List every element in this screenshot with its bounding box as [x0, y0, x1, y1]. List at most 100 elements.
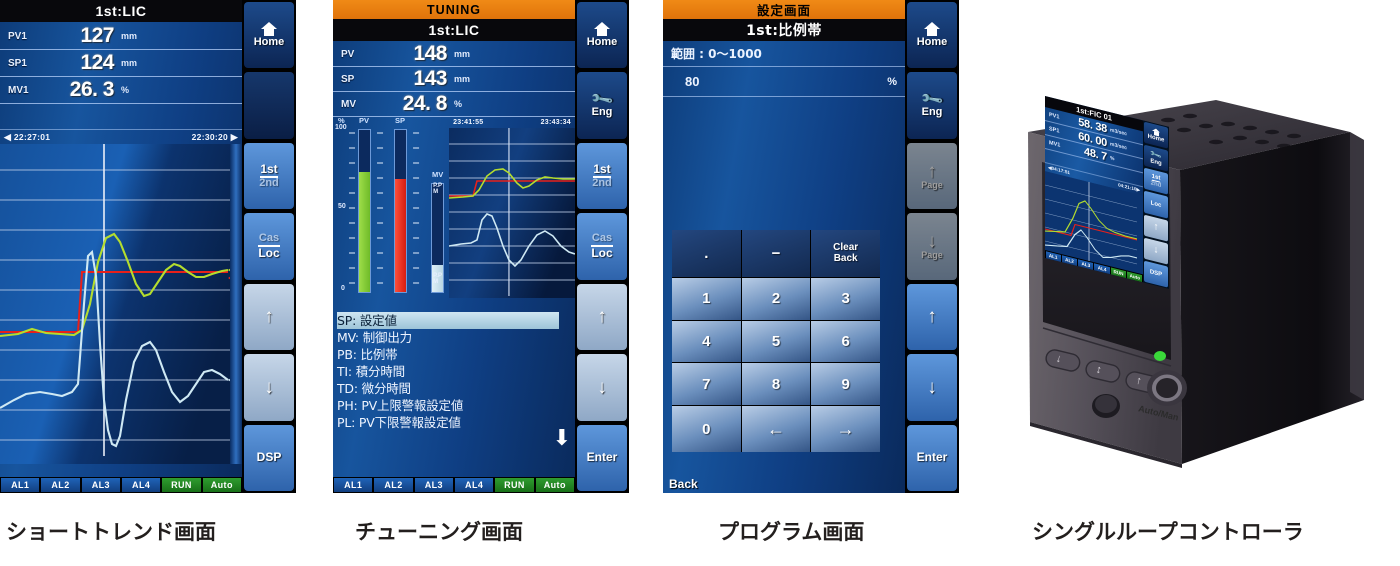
arrow-down-icon: ↓ — [597, 376, 607, 398]
param-row-pb[interactable]: PB: 比例帯 — [337, 346, 559, 363]
status-al2[interactable]: AL2 — [41, 478, 80, 492]
arrow-down-icon: ↓ — [927, 231, 937, 253]
pv-value: 148 — [413, 42, 447, 65]
param-name-pb: 比例帯 — [360, 347, 398, 362]
tuning-trend-end: 23:43:34 — [540, 119, 571, 126]
value-row-mv: MV 24. 8 % — [333, 92, 575, 117]
enter-button-label: Enter — [916, 450, 948, 465]
mv-unit: % — [454, 99, 463, 109]
status-run[interactable]: RUN — [495, 478, 534, 492]
key-1[interactable]: 1 — [672, 277, 741, 320]
status-auto[interactable]: Auto — [535, 478, 574, 492]
param-code-td: TD: — [337, 381, 358, 396]
scroll-right-icon[interactable]: ▶ — [231, 132, 238, 142]
status-al1[interactable]: AL1 — [334, 478, 373, 492]
arrow-down-icon: ↓ — [927, 376, 937, 398]
key-clear-back[interactable]: Clear Back — [811, 230, 880, 277]
param-name-sp: 設定値 — [359, 313, 397, 328]
cas-label: Cas — [258, 232, 280, 245]
home-button[interactable]: Home — [577, 2, 627, 69]
key-6[interactable]: 6 — [811, 320, 880, 363]
param-row-sp[interactable]: SP: 設定値 — [337, 312, 559, 329]
key-9[interactable]: 9 — [811, 363, 880, 406]
param-row-td[interactable]: TD: 微分時間 — [337, 380, 559, 397]
arrow-up-button[interactable]: ↑ — [244, 283, 294, 351]
key-3[interactable]: 3 — [811, 277, 880, 320]
bar-pv-fill — [359, 172, 370, 292]
status-al4[interactable]: AL4 — [454, 478, 494, 492]
param-row-pl[interactable]: PL: PV下限警報設定値 — [337, 414, 559, 431]
status-al1[interactable]: AL1 — [1, 478, 40, 492]
value-row-blank — [0, 104, 242, 130]
dsp-button[interactable]: DSP — [244, 424, 294, 491]
scale-0: 0 — [341, 285, 345, 292]
loop-1st-label: 1st — [593, 161, 611, 178]
key-decimal[interactable]: . — [672, 230, 741, 277]
pv-tag: PV — [341, 48, 355, 60]
key-4[interactable]: 4 — [672, 320, 741, 363]
arrow-down-button[interactable]: ↓ — [907, 354, 957, 421]
scroll-left-icon[interactable]: ◀ — [4, 132, 11, 142]
device-screen-body: 1st:FIC 01 PV1 58. 38 m3/sec SP1 60. 00 … — [1045, 96, 1143, 283]
trend-scrollbar[interactable] — [230, 144, 242, 464]
pv-unit: mm — [454, 49, 471, 59]
device-sp1-tag: SP1 — [1049, 125, 1060, 135]
short-trend-values: PV1 127 mm SP1 124 mm MV1 26. 3 % — [0, 22, 242, 130]
cascade-local-button[interactable]: Cas Loc — [244, 213, 294, 280]
key-cursor-right[interactable]: → — [811, 406, 880, 452]
status-al2[interactable]: AL2 — [374, 478, 413, 492]
key-7[interactable]: 7 — [672, 363, 741, 406]
device-sp1-unit: m3/sec — [1110, 140, 1127, 151]
key-0[interactable]: 0 — [672, 406, 741, 452]
key-5[interactable]: 5 — [741, 320, 811, 363]
tuning-title: 1st:LIC — [333, 19, 575, 41]
status-auto[interactable]: Auto — [202, 478, 241, 492]
value-entry-field[interactable]: 80 % — [663, 67, 905, 97]
blank-button[interactable] — [244, 72, 294, 139]
short-trend-chart: ◀ 22:27:01 22:30:20 ▶ — [0, 130, 242, 464]
scroll-down-arrow-icon[interactable]: ⬇ — [553, 427, 571, 449]
sp-unit: mm — [454, 74, 471, 84]
eng-button[interactable]: 🔧 Eng — [907, 72, 957, 139]
page-up-button[interactable]: ↑ Page — [907, 142, 957, 210]
caption-program: プログラム画面 — [718, 520, 865, 544]
page-down-button[interactable]: ↓ Page — [907, 213, 957, 280]
value-row-pv1: PV1 127 mm — [0, 23, 242, 50]
loop-select-button[interactable]: 1st 2nd — [577, 142, 627, 210]
scale-100: 100 — [335, 124, 347, 131]
enter-button[interactable]: Enter — [577, 424, 627, 491]
param-code-sp: SP: — [337, 313, 357, 328]
arrow-up-icon: ↑ — [264, 306, 274, 328]
arrow-up-icon: ↑ — [1153, 221, 1159, 234]
arrow-down-button[interactable]: ↓ — [577, 354, 627, 421]
loop-select-button[interactable]: 1st 2nd — [244, 142, 294, 210]
home-button[interactable]: Home — [907, 2, 957, 69]
home-button[interactable]: Home — [244, 2, 294, 69]
page-root: 1st:LIC PV1 127 mm SP1 124 mm MV1 26. 3 — [0, 0, 1400, 566]
arrow-down-button[interactable]: ↓ — [244, 354, 294, 421]
range-label: 範囲 : 0〜1000 — [663, 41, 905, 67]
status-al4[interactable]: AL4 — [121, 478, 161, 492]
param-row-ti[interactable]: TI: 積分時間 — [337, 363, 559, 380]
key-8[interactable]: 8 — [741, 363, 811, 406]
enter-button[interactable]: Enter — [907, 424, 957, 491]
arrow-up-button[interactable]: ↑ — [577, 283, 627, 351]
key-2[interactable]: 2 — [741, 277, 811, 320]
tuning-body: TUNING 1st:LIC PV 148 mm SP 143 mm MV 24… — [333, 0, 575, 493]
enter-button-label: Enter — [586, 450, 618, 465]
status-al3[interactable]: AL3 — [414, 478, 453, 492]
status-al3[interactable]: AL3 — [81, 478, 120, 492]
bar-label-pv: PV — [359, 116, 370, 125]
param-code-pl: PL: — [337, 415, 356, 430]
param-row-mv[interactable]: MV: 制御出力 — [337, 329, 559, 346]
eng-button[interactable]: 🔧 Eng — [577, 72, 627, 139]
status-run[interactable]: RUN — [162, 478, 201, 492]
key-minus[interactable]: − — [741, 230, 811, 277]
arrow-up-button[interactable]: ↑ — [907, 283, 957, 351]
key-cursor-left[interactable]: ← — [741, 406, 811, 452]
param-row-ph[interactable]: PH: PV上限警報設定値 — [337, 397, 559, 414]
back-button[interactable]: Back — [663, 475, 735, 493]
tuning-parameter-list: SP: 設定値 MV: 制御出力 PB: 比例帯 TI: 積分時間 TD: 微分… — [337, 312, 559, 431]
arrow-down-icon: ↓ — [264, 376, 274, 398]
cascade-local-button[interactable]: Cas Loc — [577, 213, 627, 280]
